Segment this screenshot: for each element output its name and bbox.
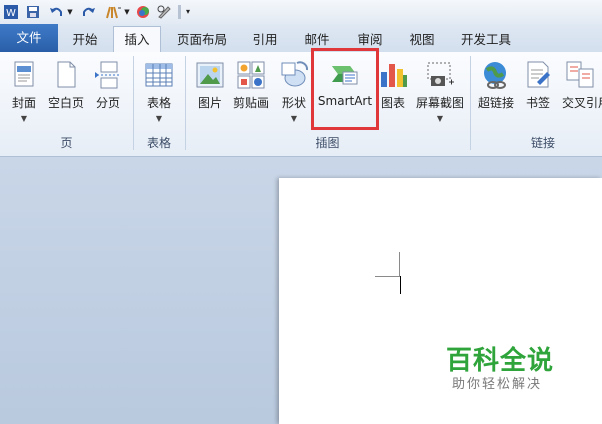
blank-page-button[interactable]: 空白页	[46, 56, 86, 128]
clip-art-button[interactable]: 剪贴画	[230, 56, 272, 128]
smartart-highlight-box	[311, 48, 379, 130]
text-cursor	[400, 276, 401, 294]
chart-button[interactable]: 图表	[376, 56, 410, 128]
qat-separator	[178, 5, 181, 19]
hyperlink-label: 超链接	[477, 96, 514, 110]
chevron-down-icon: ▼	[436, 114, 444, 123]
quick-access-toolbar: W ▼ ▼ ▾	[0, 0, 602, 24]
shapes-button[interactable]: 形状 ▼	[276, 56, 312, 128]
cover-page-label: 封面	[11, 96, 36, 110]
chevron-down-icon: ▼	[290, 114, 298, 123]
blank-page-icon	[57, 61, 76, 88]
word-app-icon[interactable]: W	[3, 3, 19, 20]
format-painter-icon[interactable]	[103, 3, 123, 20]
page-break-icon	[95, 61, 119, 89]
tab-view[interactable]: 视图	[399, 27, 445, 52]
ribbon-tab-bar: 文件 开始 插入 页面布局 引用 邮件 审阅 视图 开发工具	[0, 24, 602, 53]
table-group-label: 表格	[146, 136, 171, 150]
cross-reference-icon	[566, 61, 594, 88]
page-group-label: 页	[60, 136, 73, 150]
picture-label: 图片	[197, 96, 222, 110]
cross-reference-button[interactable]: 交叉引用	[558, 56, 602, 128]
clip-art-label: 剪贴画	[232, 96, 269, 110]
table-icon	[145, 63, 173, 87]
chart-label: 图表	[380, 96, 405, 110]
screenshot-button[interactable]: 屏幕截图 ▼	[413, 56, 467, 128]
tab-file[interactable]: 文件	[0, 24, 58, 52]
picture-button[interactable]: 图片	[193, 56, 227, 128]
cover-page-button[interactable]: 封面 ▼	[6, 56, 42, 128]
tab-references[interactable]: 引用	[242, 27, 288, 52]
hyperlink-icon	[484, 62, 506, 89]
cover-page-icon	[14, 61, 34, 87]
table-label: 表格	[146, 96, 171, 110]
picture-icon	[196, 62, 224, 88]
tab-insert[interactable]: 插入	[113, 26, 161, 53]
color-icon[interactable]	[136, 3, 150, 20]
hyperlink-button[interactable]: 超链接	[474, 56, 518, 128]
undo-dropdown-icon[interactable]: ▼	[66, 3, 74, 20]
cross-reference-label: 交叉引用	[562, 96, 602, 110]
watermark-title: 百科全说	[446, 346, 555, 376]
tab-developer[interactable]: 开发工具	[452, 27, 520, 52]
eraser-icon[interactable]	[157, 3, 171, 20]
screenshot-icon	[427, 62, 454, 86]
link-group-label: 链接	[530, 136, 555, 150]
clip-art-icon	[237, 61, 265, 89]
shapes-label: 形状	[281, 96, 306, 110]
format-dropdown-icon[interactable]: ▼	[123, 3, 131, 20]
bookmark-icon	[527, 61, 550, 88]
tab-home[interactable]: 开始	[62, 27, 108, 52]
illustration-group-label: 插图	[315, 136, 340, 150]
redo-icon[interactable]	[82, 3, 96, 20]
customize-qat-icon[interactable]: ▾	[183, 3, 193, 20]
screenshot-label: 屏幕截图	[415, 96, 464, 110]
chevron-down-icon: ▼	[20, 114, 28, 123]
chevron-down-icon: ▼	[155, 114, 163, 123]
page-break-label: 分页	[95, 96, 120, 110]
page-break-button[interactable]: 分页	[90, 56, 126, 128]
table-button[interactable]: 表格 ▼	[141, 56, 177, 128]
tab-page-layout[interactable]: 页面布局	[168, 27, 236, 52]
bookmark-button[interactable]: 书签	[521, 56, 555, 128]
bookmark-label: 书签	[525, 96, 550, 110]
watermark-subtitle: 助你轻松解决	[452, 377, 543, 392]
chart-icon	[381, 64, 407, 87]
ribbon-panel: 封面 ▼ 空白页 分页 页 表格 ▼ 表格 图片 剪贴画 形状 ▼ SmartA…	[0, 52, 602, 157]
save-icon[interactable]	[25, 3, 41, 20]
blank-page-label: 空白页	[47, 96, 84, 110]
svg-text:W: W	[6, 8, 16, 19]
shapes-icon	[281, 61, 309, 87]
undo-icon[interactable]	[49, 3, 63, 20]
margin-corner-mark	[375, 252, 400, 277]
document-page[interactable]	[279, 178, 602, 424]
